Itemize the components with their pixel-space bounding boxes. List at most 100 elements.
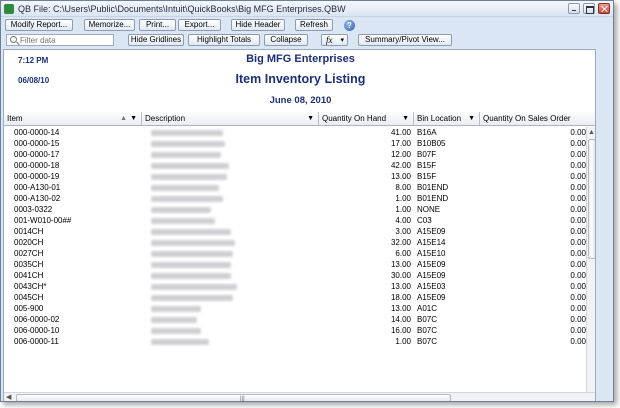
table-row[interactable]: 001-W010-00## 4.00 C03 0.00 [4, 215, 586, 226]
table-row[interactable]: 0035CH 13.00 A15E09 0.00 [4, 259, 586, 270]
quantity-on-sales-order-cell: 0.00 [570, 227, 586, 236]
highlight-totals-button[interactable]: Highlight Totals [188, 34, 260, 46]
quantity-on-hand-cell: 17.00 [390, 139, 411, 148]
table-row[interactable]: 000-0000-17 12.00 B07F 0.00 [4, 149, 586, 160]
export-button[interactable]: Export... [178, 19, 221, 31]
table-row[interactable]: 0027CH 6.00 A15E10 0.00 [4, 248, 586, 259]
item-cell: 0020CH [14, 238, 44, 247]
quantity-on-hand-cell: 12.00 [390, 150, 411, 159]
table-row[interactable]: 006-0000-11 1.00 B07C 0.00 [4, 336, 586, 347]
column-header-description[interactable]: Description ▼ [142, 112, 319, 125]
item-cell: 001-W010-00## [14, 216, 72, 225]
bin-location-cell: A15E09 [417, 293, 446, 302]
column-dropdown-icon[interactable]: ▼ [130, 112, 137, 125]
bin-location-cell: A15E03 [417, 282, 446, 291]
table-row[interactable]: 000-A130-01 8.00 B01END 0.00 [4, 182, 586, 193]
column-header-quantity-on-sales-order[interactable]: Quantity On Sales Order [480, 112, 595, 125]
scroll-left-icon[interactable]: ◀ [6, 393, 11, 401]
table-row[interactable]: 000-A130-02 1.00 B01END 0.00 [4, 193, 586, 204]
report-date-range: June 08, 2010 [269, 95, 332, 106]
hide-header-button[interactable]: Hide Header [231, 19, 285, 31]
column-header-bin-location[interactable]: Bin Location ▼ [414, 112, 480, 125]
column-dropdown-icon[interactable]: ▼ [402, 112, 409, 125]
hide-gridlines-button[interactable]: Hide Gridlines [128, 34, 184, 46]
redacted-description-cell [151, 130, 223, 136]
quantity-on-sales-order-cell: 0.00 [570, 326, 586, 335]
item-cell: 000-0000-18 [14, 161, 60, 170]
bin-location-cell: B07C [417, 315, 438, 324]
scroll-grip-icon: ||| [240, 396, 245, 402]
quantity-on-hand-cell: 13.00 [390, 172, 411, 181]
table-row[interactable]: 000-0000-14 41.00 B16A 0.00 [4, 127, 586, 138]
bin-location-cell: C03 [417, 216, 432, 225]
item-cell: 000-0000-19 [14, 172, 60, 181]
item-cell: 000-0000-14 [14, 128, 60, 137]
column-label-quantity-on-sales-order: Quantity On Sales Order [483, 114, 571, 123]
table-row[interactable]: 005-900 13.00 A01C 0.00 [4, 303, 586, 314]
bin-location-cell: B01END [417, 194, 449, 203]
redacted-description-cell [151, 284, 237, 290]
quantity-on-hand-cell: 1.00 [395, 337, 411, 346]
refresh-button[interactable]: Refresh [295, 19, 333, 31]
table-row[interactable]: 0045CH 18.00 A15E09 0.00 [4, 292, 586, 303]
filter-input[interactable] [20, 35, 112, 45]
memorize-button[interactable]: Memorize... [84, 19, 135, 31]
modify-report-button[interactable]: Modify Report... [5, 19, 73, 31]
table-row[interactable]: 0003-0322 1.00 NONE 0.00 [4, 204, 586, 215]
column-label-description: Description [145, 114, 186, 123]
table-row[interactable]: 000-0000-19 13.00 B15F 0.00 [4, 171, 586, 182]
table-row[interactable]: 000-0000-15 17.00 B10B05 0.00 [4, 138, 586, 149]
search-icon [10, 36, 17, 43]
quantity-on-hand-cell: 18.00 [390, 293, 411, 302]
minimize-button[interactable] [568, 3, 580, 14]
redacted-description-cell [151, 163, 229, 169]
summary-pivot-view-button[interactable]: Summary/Pivot View... [358, 34, 452, 46]
item-cell: 0003-0322 [14, 205, 53, 214]
print-button[interactable]: Print... [139, 19, 176, 31]
horizontal-scroll-thumb[interactable]: ||| [16, 394, 451, 402]
column-dropdown-icon[interactable]: ▼ [468, 112, 475, 125]
item-cell: 000-A130-01 [14, 183, 61, 192]
quantity-on-sales-order-cell: 0.00 [570, 216, 586, 225]
quantity-on-hand-cell: 32.00 [390, 238, 411, 247]
quantity-on-hand-cell: 42.00 [390, 161, 411, 170]
item-cell: 005-900 [14, 304, 44, 313]
report-rows: 000-0000-14 41.00 B16A 0.00 000-0000-15 17.00… [4, 127, 586, 347]
bin-location-cell: B16A [417, 128, 437, 137]
table-row[interactable]: 006-0000-10 16.00 B07C 0.00 [4, 325, 586, 336]
redacted-description-cell [151, 185, 219, 191]
redacted-description-cell [151, 328, 201, 334]
column-header-quantity-on-hand[interactable]: Quantity On Hand ▼ [319, 112, 414, 125]
item-cell: 000-A130-02 [14, 194, 61, 203]
item-cell: 000-0000-15 [14, 139, 60, 148]
table-row[interactable]: 0014CH 3.00 A15E09 0.00 [4, 226, 586, 237]
vertical-scrollbar[interactable]: ▲ [586, 127, 595, 401]
scroll-up-icon[interactable]: ▲ [588, 129, 595, 136]
company-name: Big MFG Enterprises [246, 53, 355, 65]
maximize-button[interactable] [583, 3, 595, 14]
quantity-on-sales-order-cell: 0.00 [570, 238, 586, 247]
quantity-on-sales-order-cell: 0.00 [570, 282, 586, 291]
collapse-button[interactable]: Collapse [264, 34, 308, 46]
table-row[interactable]: 0041CH 30.00 A15E09 0.00 [4, 270, 586, 281]
table-row[interactable]: 006-0000-02 14.00 B07C 0.00 [4, 314, 586, 325]
column-label-bin-location: Bin Location [417, 114, 462, 123]
bin-location-cell: B07C [417, 326, 438, 335]
help-icon[interactable]: ? [344, 20, 355, 31]
column-dropdown-icon[interactable]: ▼ [307, 112, 314, 125]
item-cell: 006-0000-11 [14, 337, 59, 346]
formula-dropdown-button[interactable]: fx [321, 34, 348, 46]
quantity-on-sales-order-cell: 0.00 [570, 249, 586, 258]
table-row[interactable]: 0043CH* 13.00 A15E03 0.00 [4, 281, 586, 292]
quantity-on-sales-order-cell: 0.00 [570, 128, 586, 137]
table-row[interactable]: 000-0000-18 42.00 B15F 0.00 [4, 160, 586, 171]
table-row[interactable]: 0020CH 32.00 A15E14 0.00 [4, 237, 586, 248]
close-button[interactable] [598, 3, 610, 14]
vertical-scroll-thumb[interactable] [588, 139, 595, 259]
redacted-description-cell [151, 339, 209, 345]
column-header-item[interactable]: Item ▲ ▼ [4, 112, 142, 125]
report-window: QB File: C:\Users\Public\Documents\Intui… [0, 0, 614, 402]
horizontal-scrollbar[interactable]: ◀ ||| [4, 392, 595, 402]
redacted-description-cell [151, 152, 221, 158]
redacted-description-cell [151, 229, 231, 235]
